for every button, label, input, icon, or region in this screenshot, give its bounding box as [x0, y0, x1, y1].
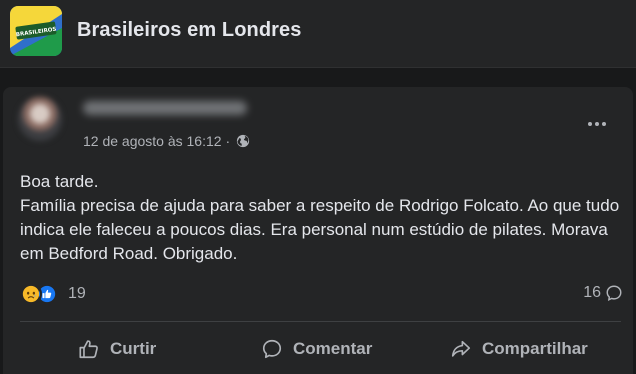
comment-button[interactable]: Comentar [261, 331, 372, 367]
post-card: 12 de agosto às 16:12 · Boa tarde. Famíl… [3, 87, 633, 374]
thumbs-up-icon [79, 340, 98, 359]
comment-count-value: 16 [583, 284, 601, 301]
group-name[interactable]: Brasileiros em Londres [77, 19, 302, 42]
reaction-count[interactable]: 19 [68, 285, 86, 303]
author-avatar[interactable] [18, 97, 62, 141]
like-button[interactable]: Curtir [78, 331, 156, 367]
share-button-label: Compartilhar [482, 339, 588, 358]
comments-count[interactable]: 16 [583, 284, 623, 302]
like-button-label: Curtir [110, 339, 157, 358]
group-header: BRASILEIROS Brasileiros em Londres [0, 0, 636, 68]
post-timestamp[interactable]: 12 de agosto às 16:12 · [83, 133, 230, 149]
more-options-icon[interactable] [583, 117, 611, 131]
comment-button-label: Comentar [293, 339, 373, 358]
globe-icon [236, 134, 250, 148]
share-icon [451, 340, 471, 357]
sad-reaction-icon [20, 283, 42, 305]
comment-icon [262, 339, 282, 359]
reactions-summary[interactable]: 19 [20, 283, 86, 305]
author-name-redacted[interactable] [83, 101, 247, 115]
group-logo[interactable]: BRASILEIROS [10, 6, 62, 56]
comment-bubble-icon [606, 285, 622, 301]
actions-divider [20, 321, 621, 322]
post-text: Boa tarde. Família precisa de ajuda para… [20, 172, 620, 263]
post-meta: 12 de agosto às 16:12 · [83, 133, 250, 149]
share-button[interactable]: Compartilhar [450, 331, 588, 367]
